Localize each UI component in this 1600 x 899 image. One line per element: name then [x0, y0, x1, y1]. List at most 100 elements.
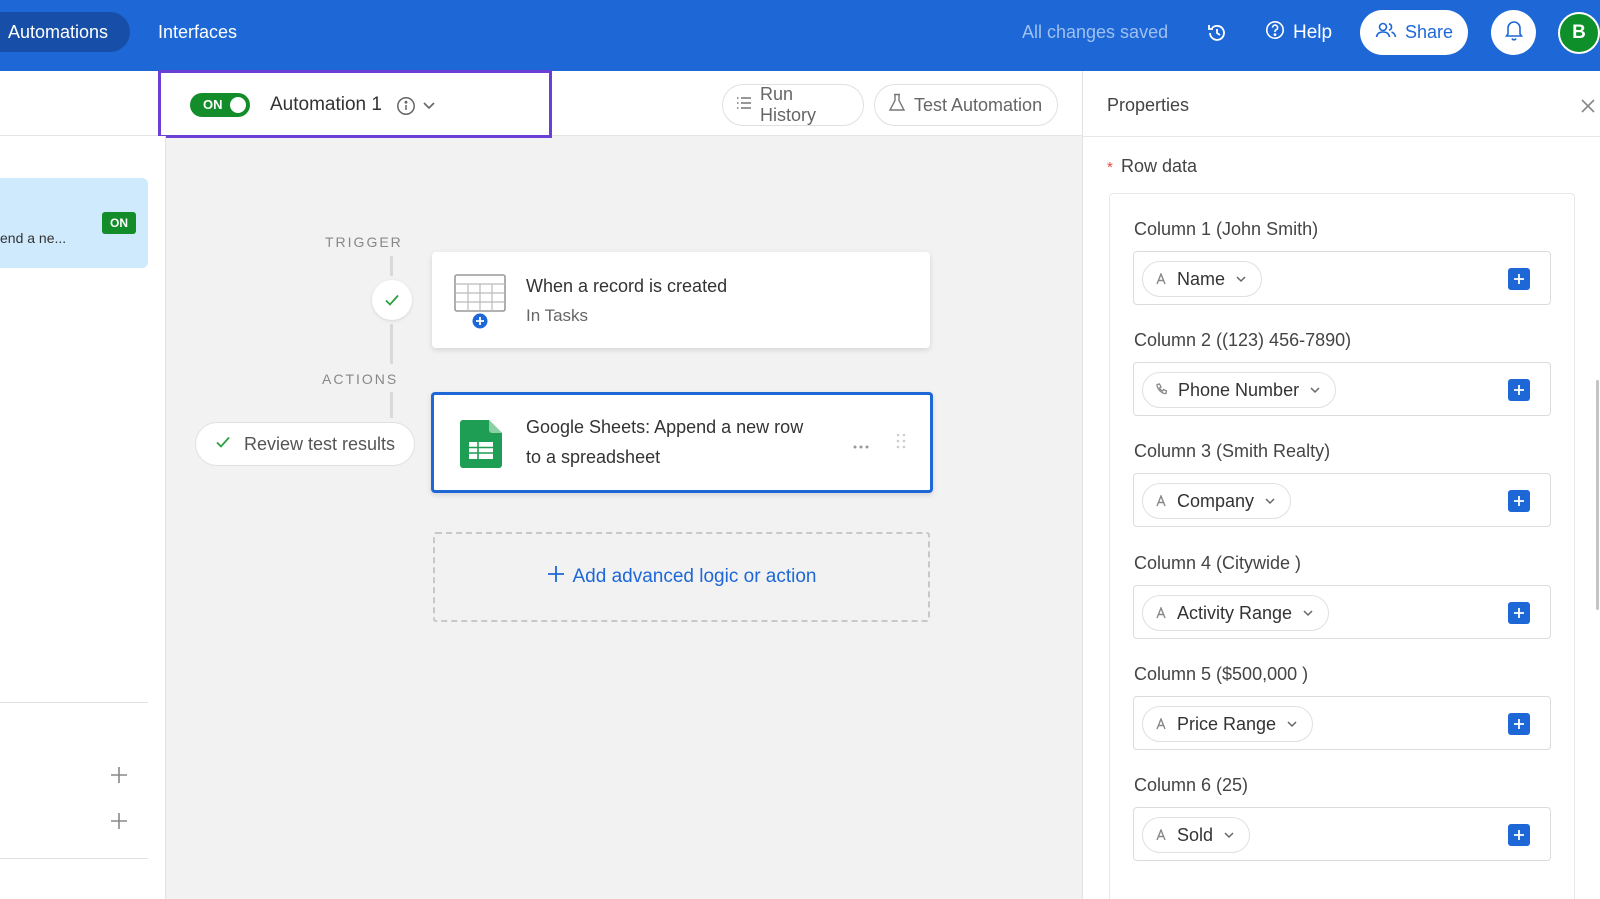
- insert-field-button[interactable]: [1508, 379, 1530, 401]
- field-token[interactable]: Phone Number: [1142, 372, 1337, 408]
- plus-icon[interactable]: [108, 764, 130, 786]
- chevron-down-icon: [1309, 380, 1321, 401]
- column-label: Column 4 (Citywide ): [1134, 553, 1302, 573]
- help-icon: [1265, 20, 1285, 46]
- insert-field-button[interactable]: [1508, 602, 1530, 624]
- column-field[interactable]: Price Range: [1133, 696, 1551, 750]
- avatar[interactable]: B: [1558, 12, 1600, 54]
- text-field-icon: [1155, 603, 1167, 624]
- column-label: Column 5 ($500,000 ): [1134, 664, 1309, 684]
- review-label: Review test results: [244, 433, 396, 454]
- automation-name[interactable]: Automation 1: [270, 94, 382, 116]
- row-data-label: Row data: [1121, 156, 1198, 176]
- field-token[interactable]: Company: [1142, 483, 1292, 519]
- field-token[interactable]: Name: [1142, 261, 1263, 297]
- toggle-knob: [230, 97, 246, 113]
- chevron-down-icon: [1223, 825, 1235, 846]
- trigger-title: When a record is created: [526, 276, 728, 296]
- divider: [0, 858, 148, 859]
- plus-icon: [547, 565, 565, 589]
- tab-automations[interactable]: Automations: [0, 12, 130, 52]
- actions-section-label: ACTIONS: [322, 371, 399, 387]
- chevron-down-icon: [1264, 491, 1276, 512]
- action-card[interactable]: Google Sheets: Append a new row to a spr…: [431, 392, 933, 493]
- table-add-icon: [454, 274, 508, 335]
- field-token-label: Sold: [1177, 824, 1214, 845]
- phone-icon: [1155, 380, 1168, 401]
- review-test-results-button[interactable]: Review test results: [195, 422, 415, 466]
- check-icon: [214, 433, 232, 456]
- share-label: Share: [1404, 22, 1454, 42]
- field-token[interactable]: Activity Range: [1142, 595, 1330, 631]
- status-badge: ON: [102, 212, 136, 234]
- properties-scrollbar[interactable]: [1596, 380, 1599, 610]
- text-field-icon: [1155, 269, 1167, 290]
- action-title-line1: Google Sheets: Append a new row: [526, 417, 804, 437]
- bell-icon: [1504, 19, 1524, 46]
- trigger-status-check: [372, 280, 412, 320]
- flask-icon: [888, 93, 906, 118]
- column-field[interactable]: Phone Number: [1133, 362, 1551, 416]
- test-automation-label: Test Automation: [914, 94, 1043, 115]
- column-field[interactable]: Company: [1133, 473, 1551, 527]
- column-label: Column 2 ((123) 456-7890): [1134, 330, 1352, 350]
- save-status-text: All changes saved: [1022, 22, 1169, 42]
- more-options-icon[interactable]: [852, 437, 870, 455]
- properties-panel: Properties * Row data Column 1 (John Smi…: [1082, 71, 1600, 899]
- required-marker: *: [1107, 159, 1113, 176]
- drag-handle-icon[interactable]: [896, 433, 906, 454]
- field-token-label: Phone Number: [1178, 379, 1300, 400]
- test-automation-button[interactable]: Test Automation: [874, 84, 1058, 126]
- text-field-icon: [1155, 714, 1167, 735]
- insert-field-button[interactable]: [1508, 490, 1530, 512]
- plus-icon[interactable]: [108, 810, 130, 832]
- field-token-label: Activity Range: [1177, 602, 1293, 623]
- text-field-icon: [1155, 491, 1167, 512]
- divider: [1083, 136, 1600, 137]
- column-label: Column 6 (25): [1134, 775, 1249, 795]
- field-token-label: Name: [1177, 268, 1226, 289]
- automation-list-item-label: end a ne...: [0, 230, 67, 246]
- automation-list-item[interactable]: end a ne... ON: [0, 178, 148, 268]
- connector-line: [390, 392, 393, 418]
- add-logic-label: Add advanced logic or action: [572, 566, 817, 587]
- help-button[interactable]: Help: [1265, 20, 1332, 46]
- share-button[interactable]: Share: [1360, 10, 1468, 55]
- chevron-down-icon: [1302, 603, 1314, 624]
- toggle-label: ON: [203, 97, 223, 112]
- field-token[interactable]: Price Range: [1142, 706, 1314, 742]
- automations-sidebar: end a ne... ON: [0, 136, 166, 899]
- run-history-label: Run History: [760, 84, 817, 125]
- chevron-down-icon: [1235, 269, 1247, 290]
- column-field[interactable]: Name: [1133, 251, 1551, 305]
- field-token-label: Price Range: [1177, 713, 1277, 734]
- field-token[interactable]: Sold: [1142, 817, 1251, 853]
- field-token-label: Company: [1177, 490, 1255, 511]
- chevron-down-icon: [1286, 714, 1298, 735]
- top-nav-bar: Automations Interfaces All changes saved…: [0, 0, 1600, 71]
- insert-field-button[interactable]: [1508, 268, 1530, 290]
- properties-title: Properties: [1107, 95, 1190, 115]
- chevron-down-icon[interactable]: [422, 98, 436, 117]
- history-icon[interactable]: [1204, 20, 1230, 46]
- users-icon: [1375, 21, 1397, 44]
- list-icon: [736, 95, 752, 116]
- run-history-button[interactable]: Run History: [722, 84, 864, 126]
- insert-field-button[interactable]: [1508, 824, 1530, 846]
- automation-toggle[interactable]: ON: [190, 93, 250, 117]
- insert-field-button[interactable]: [1508, 713, 1530, 735]
- notifications-button[interactable]: [1491, 10, 1536, 55]
- tab-interfaces[interactable]: Interfaces: [158, 12, 237, 52]
- connector-line: [390, 324, 393, 364]
- column-field[interactable]: Activity Range: [1133, 585, 1551, 639]
- trigger-card[interactable]: When a record is created In Tasks: [432, 252, 930, 348]
- help-label: Help: [1293, 22, 1333, 43]
- add-logic-button[interactable]: Add advanced logic or action: [433, 532, 930, 622]
- google-sheets-icon: [460, 420, 502, 473]
- column-field[interactable]: Sold: [1133, 807, 1551, 861]
- info-icon[interactable]: [396, 96, 416, 121]
- action-title-line2: to a spreadsheet: [526, 447, 661, 467]
- close-icon[interactable]: [1579, 97, 1597, 115]
- trigger-section-label: TRIGGER: [325, 234, 403, 250]
- column-label: Column 1 (John Smith): [1134, 219, 1319, 239]
